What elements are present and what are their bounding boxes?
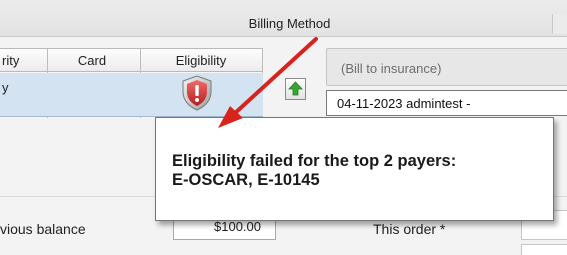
section-title: Billing Method: [248, 16, 331, 31]
tooltip-message-line1: Eligibility failed for the top 2 payers:: [172, 152, 457, 170]
move-up-button[interactable]: [285, 78, 306, 100]
bill-to-select-value: (Bill to insurance): [341, 61, 442, 76]
column-header-card[interactable]: Card: [62, 53, 122, 69]
column-header-eligibility[interactable]: Eligibility: [140, 53, 262, 69]
cell-priority: y: [2, 80, 9, 95]
warning-shield-icon[interactable]: [180, 74, 214, 112]
previous-balance-value: $100.00: [214, 219, 261, 234]
header-divider: [0, 36, 567, 37]
table-row[interactable]: [0, 73, 263, 117]
secondary-field[interactable]: [521, 244, 567, 255]
header-corner-control: [552, 14, 567, 34]
previous-balance-label: vious balance: [0, 221, 86, 237]
this-order-label: This order *: [373, 221, 446, 237]
billing-date-value: 04-11-2023 admintest -: [337, 96, 471, 111]
tooltip-message-line2: E-OSCAR, E-10145: [172, 171, 320, 189]
column-header-priority[interactable]: rity: [0, 53, 47, 69]
green-up-arrow-icon: [288, 81, 303, 96]
